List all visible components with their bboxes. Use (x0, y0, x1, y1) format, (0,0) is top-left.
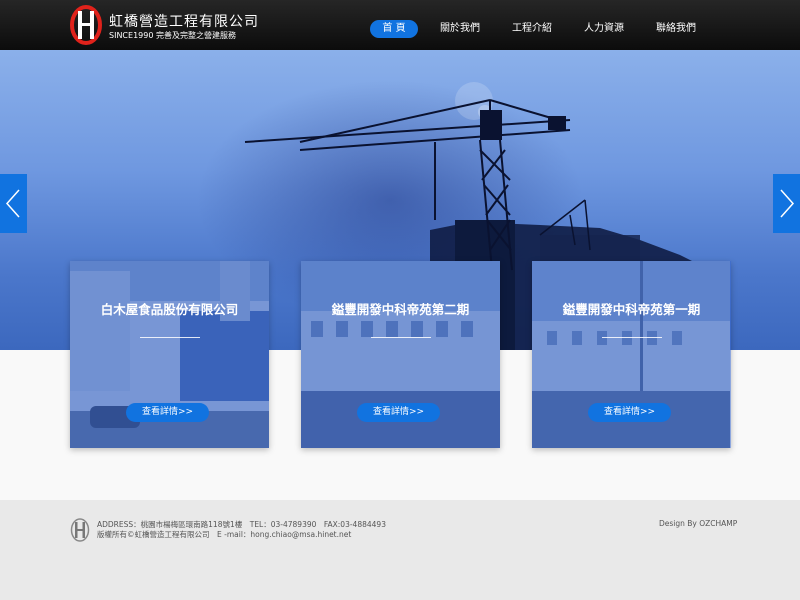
nav-projects[interactable]: 工程介紹 (508, 20, 556, 38)
site-header: 虹橋營造工程有限公司 SINCE1990 完善及完整之營建服務 首 頁 關於我們… (0, 0, 800, 50)
view-details-button[interactable]: 查看詳情>> (357, 403, 440, 422)
slider-prev-button[interactable] (0, 174, 27, 233)
main-nav: 首 頁 關於我們 工程介紹 人力資源 聯絡我們 (0, 20, 800, 40)
chevron-right-icon (780, 189, 795, 218)
project-card[interactable]: 鎰豐開發中科帝苑第二期 查看詳情>> (301, 261, 500, 448)
card-divider (602, 337, 662, 338)
slider-next-button[interactable] (773, 174, 800, 233)
project-card[interactable]: 鎰豐開發中科帝苑第一期 查看詳情>> (532, 261, 731, 448)
footer-logo (70, 518, 90, 542)
card-title: 鎰豐開發中科帝苑第一期 (562, 302, 701, 317)
view-details-button[interactable]: 查看詳情>> (588, 403, 671, 422)
nav-contact[interactable]: 聯絡我們 (652, 20, 700, 38)
nav-about[interactable]: 關於我們 (436, 20, 484, 38)
card-title: 白木屋食品股份有限公司 (100, 302, 239, 317)
card-divider (140, 337, 200, 338)
chevron-left-icon (5, 189, 20, 218)
site-footer: ADDRESS：桃園市楊梅區環南路118號1樓 TEL：03-4789390 F… (0, 500, 800, 600)
footer-copyright: 版權所有©虹橋營造工程有限公司 E -mail：hong.chiao@msa.h… (97, 530, 352, 539)
nav-home[interactable]: 首 頁 (370, 20, 418, 38)
card-divider (371, 337, 431, 338)
card-title: 鎰豐開發中科帝苑第二期 (331, 302, 470, 317)
nav-careers[interactable]: 人力資源 (580, 20, 628, 38)
design-credit[interactable]: Design By OZCHAMP (659, 519, 737, 528)
view-details-button[interactable]: 查看詳情>> (126, 403, 209, 422)
project-card[interactable]: 白木屋食品股份有限公司 查看詳情>> (70, 261, 269, 448)
